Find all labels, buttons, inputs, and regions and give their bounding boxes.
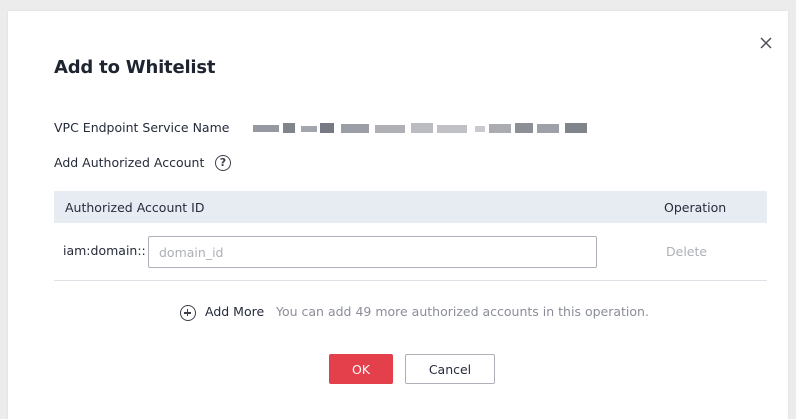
help-icon[interactable]: ?	[215, 155, 231, 171]
close-icon[interactable]	[758, 35, 774, 51]
service-name-value-redacted	[253, 123, 587, 133]
dialog-title: Add to Whitelist	[54, 57, 216, 78]
ok-button[interactable]: OK	[329, 354, 393, 384]
table-header: Authorized Account ID Operation	[54, 191, 767, 223]
column-header-operation: Operation	[664, 200, 727, 215]
add-circle-icon[interactable]	[180, 305, 196, 321]
add-more-link[interactable]: Add More	[205, 304, 264, 319]
account-prefix: iam:domain::	[63, 243, 146, 258]
add-more-hint: You can add 49 more authorized accounts …	[276, 304, 649, 319]
service-name-label: VPC Endpoint Service Name	[54, 120, 230, 135]
add-account-label: Add Authorized Account	[54, 155, 205, 170]
cancel-button[interactable]: Cancel	[405, 354, 495, 384]
domain-id-input[interactable]	[148, 236, 597, 268]
column-header-account-id: Authorized Account ID	[65, 200, 205, 215]
table-row: iam:domain:: Delete	[54, 223, 767, 281]
delete-link[interactable]: Delete	[666, 244, 707, 259]
